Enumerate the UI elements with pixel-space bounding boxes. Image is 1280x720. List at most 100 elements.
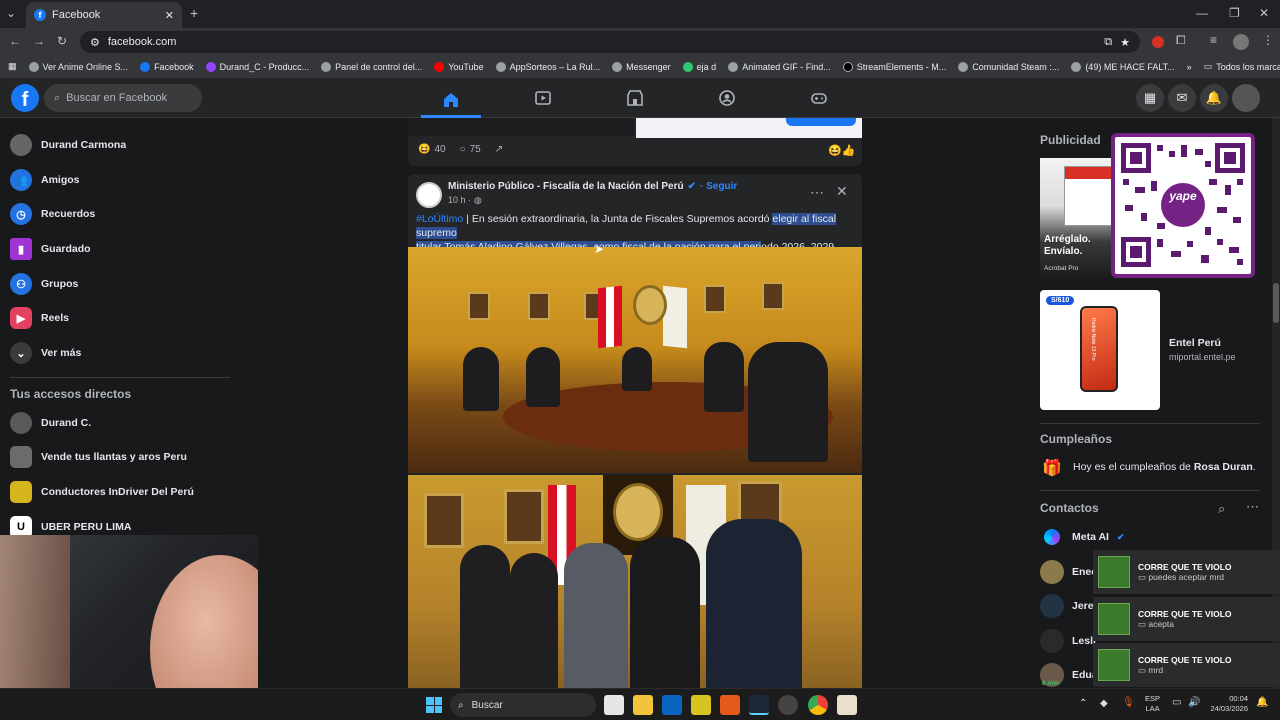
app-icon[interactable] [691, 695, 711, 715]
hashtag-link[interactable]: #LoÚltimo [416, 213, 463, 225]
gaming-icon[interactable] [789, 84, 849, 112]
tray-overflow-icon[interactable]: ⌃ [1079, 698, 1087, 709]
contacts-options-icon[interactable]: ⋯ [1246, 499, 1259, 515]
bookmark-item[interactable]: Comunidad Steam :... [952, 61, 1065, 72]
window-close-icon[interactable]: ✕ [1259, 6, 1269, 20]
address-bar[interactable]: ⚙ facebook.com ⧉ ★ [80, 31, 1140, 53]
notifications-bell-icon[interactable]: 🔔 [1200, 84, 1228, 112]
chat-notification[interactable]: CORRE QUE TE VIOLO ▭ mrd [1093, 643, 1280, 687]
bookmark-star-icon[interactable]: ★ [1120, 36, 1130, 49]
apps-grid-icon[interactable]: ▦ [0, 61, 23, 72]
notification-center-icon[interactable]: 🔔 [1256, 697, 1268, 708]
chat-notification[interactable]: CORRE QUE TE VIOLO ▭ puedes aceptar mrd [1093, 550, 1280, 594]
birthday-text[interactable]: Hoy es el cumpleaños de Rosa Duran. [1073, 461, 1256, 473]
search-input[interactable]: ⌕ Buscar en Facebook [44, 84, 202, 112]
ad-name[interactable]: Entel Perú [1169, 337, 1221, 349]
site-info-icon[interactable]: ⚙ [90, 36, 100, 49]
scrollbar-thumb[interactable] [1273, 283, 1279, 323]
sidebar-item-memories[interactable]: ◷ Recuerdos [10, 197, 95, 231]
sidebar-item-reels[interactable]: ▶ Reels [10, 301, 69, 335]
volume-icon[interactable]: 🔊 [1188, 697, 1200, 708]
yape-qr-code[interactable]: yape [1111, 133, 1255, 278]
steam-icon[interactable] [749, 695, 769, 715]
shortcut-item[interactable]: Vende tus llantas y aros Peru [10, 440, 187, 474]
browser-tab[interactable]: f Facebook ✕ [26, 2, 182, 28]
clock[interactable]: 00:04 24/03/2026 [1206, 694, 1248, 714]
bookmark-item[interactable]: (49) ME HACE FALT... [1065, 61, 1180, 72]
microphone-icon[interactable]: 🎙 [1122, 697, 1135, 708]
file-explorer-icon[interactable] [633, 695, 653, 715]
ad-entel-image[interactable]: S/610 Redmi Note 13 Pro [1040, 290, 1160, 410]
bookmark-item[interactable]: Messenger [606, 61, 677, 72]
messenger-icon[interactable]: ✉ [1168, 84, 1196, 112]
groups-nav-icon[interactable] [697, 84, 757, 112]
back-icon[interactable]: ← [9, 34, 21, 48]
media-icon[interactable]: ≡ [1210, 33, 1217, 47]
video-icon[interactable] [513, 84, 573, 112]
menu-grid-icon[interactable]: ▦ [1136, 84, 1164, 112]
bookmark-item[interactable]: Durand_C - Producc... [200, 61, 316, 72]
minimize-icon[interactable]: — [1196, 6, 1208, 20]
tray-app-icon[interactable]: ◆ [1100, 698, 1108, 709]
bookmark-item[interactable]: Facebook [134, 61, 200, 72]
chat-notification[interactable]: CORRE QUE TE VIOLO ▭ acepta [1093, 597, 1280, 641]
shortcut-item[interactable]: Durand C. [10, 406, 91, 440]
sidebar-item-saved[interactable]: ▮ Guardado [10, 232, 91, 266]
reactions-summary-icon[interactable]: 😆👍 [828, 144, 855, 157]
extensions-puzzle-icon[interactable]: ⧠ [1176, 33, 1186, 48]
network-icon[interactable]: ▭ [1172, 697, 1181, 708]
sidebar-item-see-more[interactable]: ⌄ Ver más [10, 336, 81, 370]
windows-start-icon[interactable] [426, 697, 442, 713]
tab-search-icon[interactable]: ⌄ [6, 6, 16, 20]
comment-button[interactable]: ○ 75 [460, 144, 481, 155]
bookmarks-overflow-icon[interactable]: » [1181, 62, 1198, 72]
contact-item[interactable]: Jere [1040, 590, 1094, 622]
app-icon[interactable] [720, 695, 740, 715]
bookmark-item[interactable]: StreamElements - M... [837, 61, 953, 72]
ad-acrobat-image[interactable]: Arréglalo. Envíalo. Acrobat Pro [1040, 158, 1112, 278]
extension-icon[interactable] [1152, 36, 1164, 48]
chrome-icon[interactable] [808, 695, 828, 715]
home-icon[interactable] [421, 84, 481, 118]
post-author[interactable]: Ministerio Público - Fiscalía de la Naci… [448, 181, 684, 192]
task-view-icon[interactable] [604, 695, 624, 715]
post-photo-top[interactable] [408, 247, 862, 473]
share-icon[interactable]: ↗ [495, 144, 503, 155]
language-indicator[interactable]: ESP LAA [1145, 694, 1160, 714]
post-time[interactable]: 10 h · [448, 195, 471, 206]
bookmark-item[interactable]: YouTube [428, 61, 489, 72]
sidebar-item-groups[interactable]: ⚇ Grupos [10, 267, 78, 301]
post-photo-bottom[interactable] [408, 475, 862, 688]
reload-icon[interactable]: ↻ [57, 34, 67, 48]
page-avatar[interactable] [416, 182, 442, 208]
bookmark-item[interactable]: Animated GIF - Find... [722, 61, 837, 72]
more-options-icon[interactable]: ⋯ [810, 184, 824, 201]
shortcut-item[interactable]: Conductores InDriver Del Perú [10, 475, 194, 509]
facebook-logo-icon[interactable]: f [11, 84, 39, 112]
bookmark-item[interactable]: AppSorteos – La Rul... [490, 61, 607, 72]
contact-item[interactable]: Lesli [1040, 625, 1096, 657]
install-app-icon[interactable]: ⧉ [1104, 36, 1112, 49]
tab-close-icon[interactable]: ✕ [165, 9, 174, 22]
all-bookmarks-folder[interactable]: ▭ Todos los marcadores [1198, 61, 1280, 72]
outlook-icon[interactable] [662, 695, 682, 715]
sidebar-item-profile[interactable]: Durand Carmona [10, 128, 126, 162]
search-contacts-icon[interactable]: ⌕ [1218, 501, 1225, 517]
bookmark-item[interactable]: Ver Anime Online S... [23, 61, 135, 72]
taskbar-search[interactable]: ⌕ Buscar [450, 693, 596, 717]
chrome-menu-icon[interactable]: ⋮ [1262, 33, 1274, 47]
app-icon[interactable] [837, 695, 857, 715]
follow-button[interactable]: · Seguir [700, 181, 737, 192]
app-icon[interactable] [778, 695, 798, 715]
contact-item[interactable]: Meta AI ✔ [1040, 521, 1125, 553]
bookmark-item[interactable]: Panel de control del... [315, 61, 428, 72]
account-avatar[interactable] [1232, 84, 1260, 112]
reaction-button[interactable]: 😆 40 [418, 144, 446, 155]
forward-icon[interactable]: → [33, 34, 45, 48]
marketplace-icon[interactable] [605, 84, 665, 112]
close-icon[interactable]: ✕ [836, 183, 848, 200]
restore-icon[interactable]: ❐ [1229, 6, 1240, 20]
bookmark-item[interactable]: eja d [677, 61, 723, 72]
contact-item[interactable]: Enec [1040, 556, 1097, 588]
profile-avatar[interactable] [1233, 34, 1249, 50]
